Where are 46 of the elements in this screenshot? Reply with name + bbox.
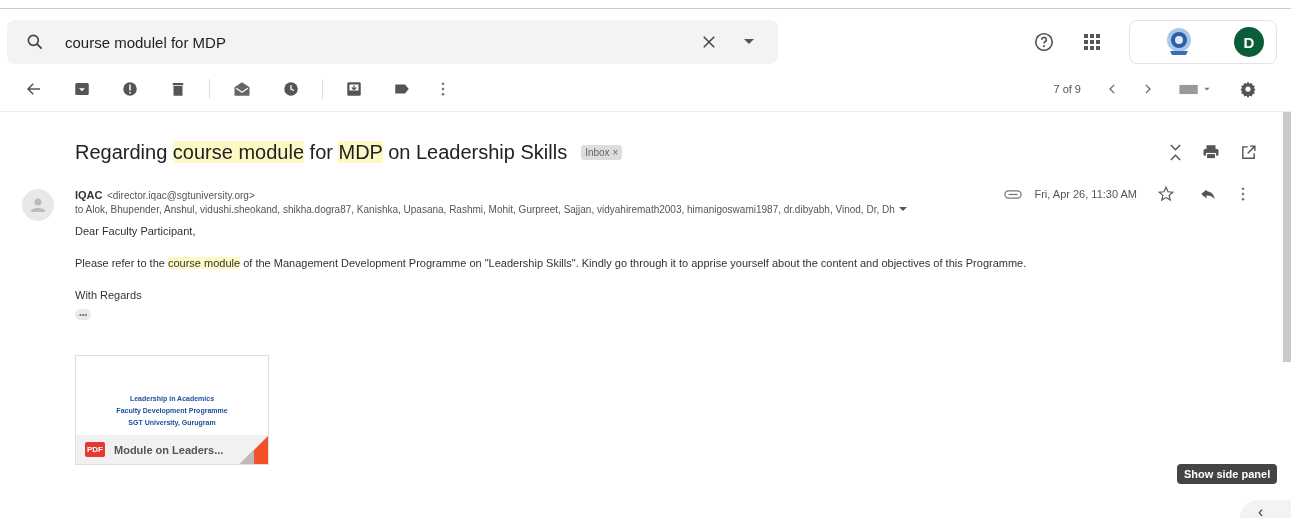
search-query: course modulel for MDP xyxy=(65,33,227,51)
paperclip-icon xyxy=(1004,189,1023,199)
label-name: Inbox xyxy=(585,146,610,158)
search-icon[interactable] xyxy=(25,32,45,52)
settings-icon[interactable] xyxy=(1239,80,1257,98)
account-avatar[interactable]: D xyxy=(1234,27,1264,57)
open-new-window-icon[interactable] xyxy=(1240,143,1257,161)
pdf-badge: PDF xyxy=(85,442,105,457)
caret-icon[interactable] xyxy=(898,207,907,212)
greeting-text: Dear Faculty Participant, xyxy=(75,224,197,239)
caret-icon[interactable] xyxy=(744,39,754,45)
account-panel[interactable]: D xyxy=(1129,20,1277,64)
print-icon[interactable] xyxy=(1202,143,1220,161)
move-to-inbox-icon[interactable] xyxy=(345,80,363,98)
recipients-list: to Alok, Bhupender, Anshul, vidushi.sheokand, shikha.dogra87, Kanishka, Upasana, Rashmi, Mohit, Gurpreet, Sajjan, vidyahiremath2003, himanigoswami1987, dr.dibyabh, Vinod, Dr, Dh xyxy=(75,204,895,215)
collapse-icon[interactable] xyxy=(1169,143,1182,161)
scrollbar-thumb[interactable] xyxy=(1283,112,1291,362)
report-spam-icon[interactable] xyxy=(121,80,139,98)
sender-name: IQAC xyxy=(75,189,103,201)
body-paragraph: Please refer to the course module of the Management Development Programme on "Leadership Skills". Kindly go through it to apprise yourself about the content and objectives of this Programme. xyxy=(75,256,1028,271)
help-icon[interactable] xyxy=(1033,31,1055,53)
chevron-left-icon[interactable] xyxy=(1109,84,1116,94)
more-vertical-icon[interactable] xyxy=(441,82,445,96)
show-trimmed-button[interactable]: ••• xyxy=(75,309,92,320)
keyboard-icon[interactable] xyxy=(1179,83,1211,95)
page-position: 7 of 9 xyxy=(1053,83,1081,95)
avatar-silhouette-icon xyxy=(22,189,54,221)
closing-text: With Regards xyxy=(75,288,143,303)
sender-email: <director.iqac@sgtuniversity.org> xyxy=(106,190,255,201)
more-vertical-icon[interactable] xyxy=(1241,187,1245,201)
back-arrow-icon[interactable] xyxy=(25,80,43,98)
remove-label-button[interactable]: × xyxy=(612,146,619,158)
chevron-right-icon[interactable] xyxy=(1144,84,1151,94)
page-fold-icon xyxy=(240,436,268,464)
archive-icon[interactable] xyxy=(73,80,91,98)
emblem-icon xyxy=(1164,27,1194,57)
tooltip: Show side panel xyxy=(1177,464,1278,484)
email-subject: Regarding course module for MDP on Leadership Skills xyxy=(75,140,568,164)
apps-grid-icon[interactable] xyxy=(1083,33,1101,51)
star-icon[interactable] xyxy=(1157,185,1175,203)
search-field[interactable]: course modulel for MDP xyxy=(7,20,778,64)
clock-icon[interactable] xyxy=(282,80,300,98)
attachment-name: Module on Leaders... xyxy=(114,443,224,456)
side-panel-toggle[interactable]: ‹ xyxy=(1240,500,1291,518)
email-date: Fri, Apr 26, 11:30 AM xyxy=(1034,188,1137,200)
close-icon[interactable] xyxy=(700,33,718,51)
